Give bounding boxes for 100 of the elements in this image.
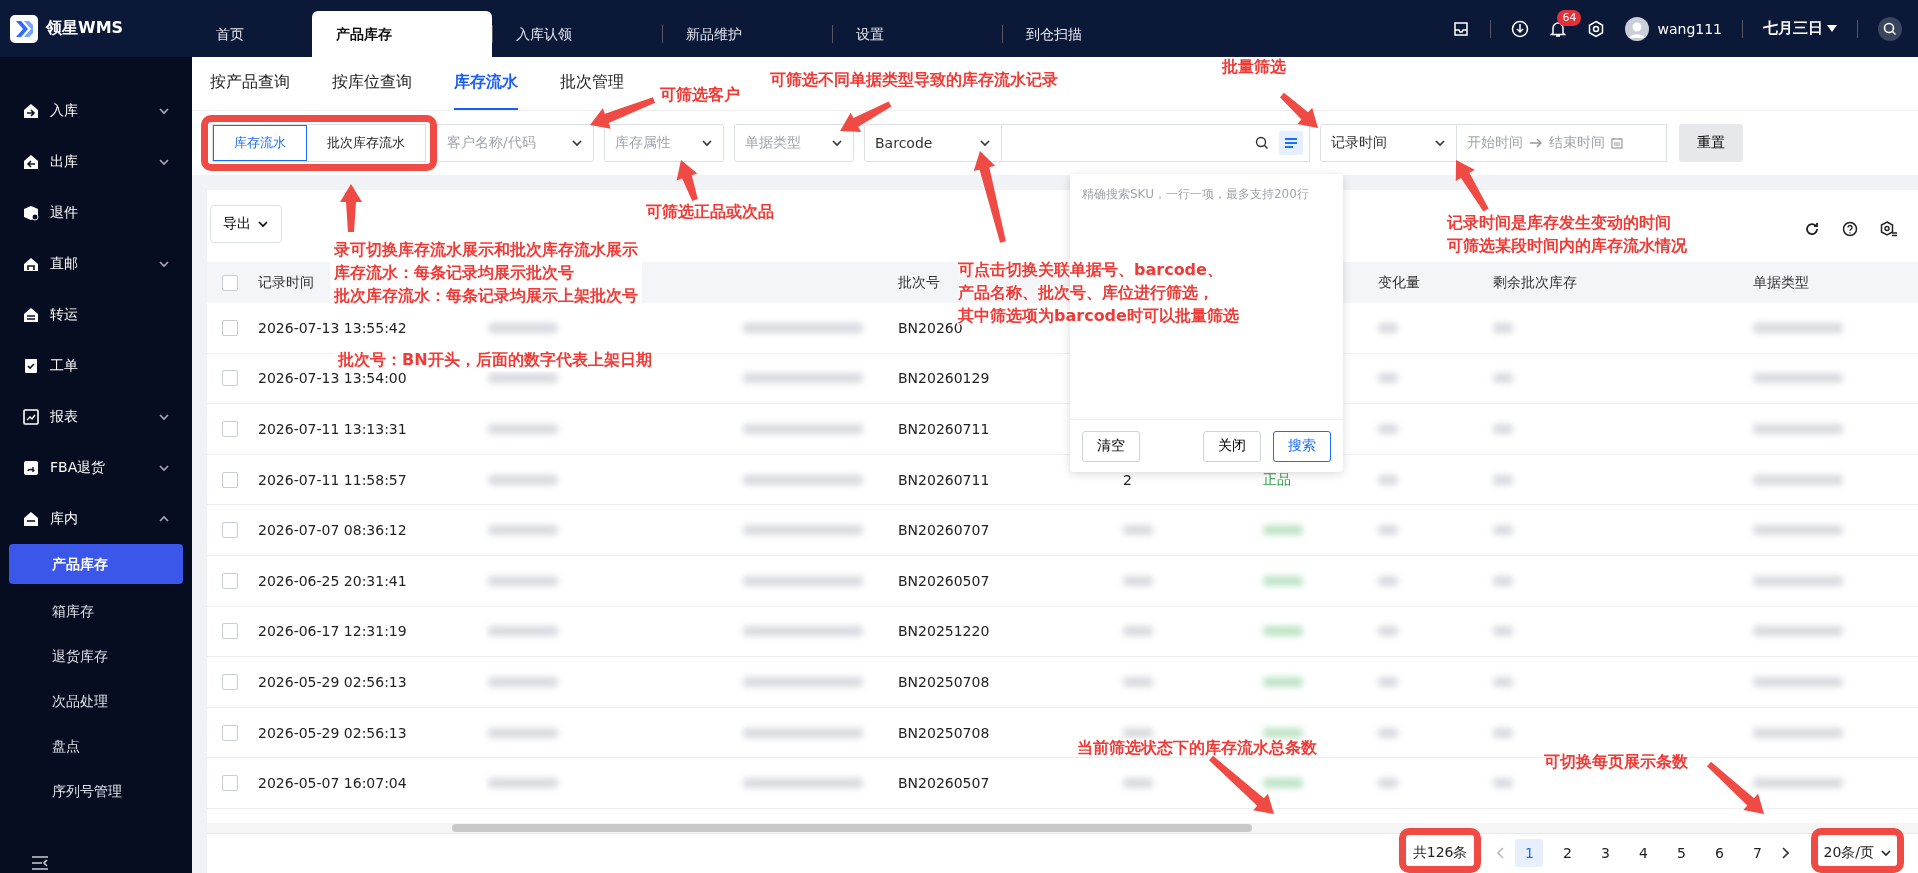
sidebar-item[interactable]: 出库 xyxy=(0,136,192,187)
table-cell: 2026-07-11 11:58:57 xyxy=(258,471,407,488)
select-field[interactable]: Barcode xyxy=(864,124,1002,162)
annotation-text: 可筛选某段时间内的库存流水情况 xyxy=(1447,235,1687,257)
checkbox[interactable] xyxy=(221,421,238,437)
export-button[interactable]: 导出 xyxy=(210,205,282,243)
scrollbar-thumb[interactable] xyxy=(452,823,1252,832)
blurred-content xyxy=(1123,575,1153,586)
page-button[interactable]: 1 xyxy=(1515,839,1544,868)
page-button[interactable]: 3 xyxy=(1591,839,1620,868)
page-button[interactable]: 7 xyxy=(1743,839,1772,868)
arrow xyxy=(1209,755,1274,814)
search-input[interactable] xyxy=(1002,124,1310,162)
batch-filter-button[interactable] xyxy=(1279,131,1303,155)
blurred-content xyxy=(1123,525,1153,536)
page-size-select[interactable]: 20条/页 xyxy=(1823,844,1892,863)
username[interactable]: wang111 xyxy=(1657,20,1722,37)
view-toggle-button[interactable]: 批次库存流水 xyxy=(307,125,425,161)
caret-down-icon xyxy=(831,137,843,149)
sidebar-item[interactable]: FBA退货 xyxy=(0,442,192,493)
checklist-icon xyxy=(22,356,40,375)
popup-button[interactable]: 搜索 xyxy=(1273,430,1331,462)
sidebar-subitem[interactable]: 序列号管理 xyxy=(0,769,192,814)
blurred-content xyxy=(488,575,558,586)
blurred-content xyxy=(1378,322,1398,333)
arrow xyxy=(1707,761,1764,814)
checkbox[interactable] xyxy=(221,673,238,690)
annotation-text: 当前筛选状态下的库存流水总条数 xyxy=(1077,737,1317,759)
blurred-content xyxy=(1123,727,1153,738)
sidebar-subitem[interactable]: 产品库存 xyxy=(9,544,183,584)
reset-button[interactable]: 重置 xyxy=(1679,124,1743,162)
outbound-icon xyxy=(22,152,40,171)
view-toggle-button[interactable]: 库存流水 xyxy=(213,125,307,161)
blurred-content xyxy=(1263,626,1303,637)
sub-tab[interactable]: 按产品查询 xyxy=(210,57,290,110)
sidebar-item[interactable]: 库内 xyxy=(0,493,192,544)
blurred-content xyxy=(488,424,558,434)
notification-badge: 64 xyxy=(1557,9,1582,26)
sidebar-item[interactable]: 入库 xyxy=(0,85,192,136)
sidebar-item[interactable]: 报表 xyxy=(0,391,192,442)
sub-tab[interactable]: 按库位查询 xyxy=(332,57,412,110)
sidebar-item[interactable]: 退件 xyxy=(0,187,192,238)
column-header[interactable]: 剩余批次库存 xyxy=(1493,273,1577,290)
calendar-icon xyxy=(1611,137,1623,149)
page-button[interactable]: 5 xyxy=(1667,839,1696,868)
blurred-content xyxy=(488,373,558,384)
arrow xyxy=(590,97,656,129)
nav-tab[interactable]: 首页 xyxy=(192,11,312,57)
settings-icon xyxy=(1587,19,1606,38)
select-field[interactable]: 记录时间 xyxy=(1320,124,1457,162)
checkbox[interactable] xyxy=(221,319,238,336)
page-button[interactable]: 4 xyxy=(1629,839,1658,868)
page-button[interactable]: 2 xyxy=(1553,839,1582,868)
annotation-text: 批次号：BN开头，后面的数字代表上架日期 xyxy=(338,349,652,371)
column-header[interactable]: 批次号 xyxy=(898,273,940,290)
batch-input-field[interactable]: 精确搜索SKU，一行一项，最多支持200行 xyxy=(1070,174,1343,214)
checkbox[interactable] xyxy=(221,471,238,488)
table-cell: 2026-05-29 02:56:13 xyxy=(258,724,407,741)
checkbox[interactable] xyxy=(221,370,238,387)
sidebar-subitem[interactable]: 箱库存 xyxy=(0,589,192,634)
blurred-content xyxy=(1378,373,1398,384)
annotation-text: 可筛选正品或次品 xyxy=(646,201,774,223)
sidebar-item[interactable]: 工单 xyxy=(0,340,192,391)
sub-tab[interactable]: 批次管理 xyxy=(560,57,624,110)
checkbox[interactable] xyxy=(221,274,238,291)
checkbox[interactable] xyxy=(221,623,238,640)
column-header[interactable]: 单据类型 xyxy=(1753,273,1809,290)
table-cell: 2026-06-17 12:31:19 xyxy=(258,623,407,640)
blurred-content xyxy=(1378,424,1398,434)
checkbox[interactable] xyxy=(221,572,238,589)
arrow xyxy=(340,184,362,232)
popup-button[interactable]: 清空 xyxy=(1082,430,1140,462)
page-button[interactable]: 6 xyxy=(1705,839,1734,868)
blurred-content xyxy=(1378,575,1398,586)
sidebar-subitem[interactable]: 次品处理 xyxy=(0,679,192,724)
sidebar-subitem[interactable]: 盘点 xyxy=(0,724,192,769)
checkbox[interactable] xyxy=(221,724,238,741)
sidebar-subitem[interactable]: 退货库存 xyxy=(0,634,192,679)
popup-button[interactable]: 关闭 xyxy=(1203,430,1261,462)
checkbox[interactable] xyxy=(221,522,238,539)
logo-text: 领星WMS xyxy=(46,18,124,39)
sidebar-item[interactable]: 转运 xyxy=(0,289,192,340)
refresh-icon xyxy=(1804,221,1820,237)
column-header[interactable]: 变化量 xyxy=(1378,273,1420,290)
table-cell: 2026-07-11 13:13:31 xyxy=(258,421,407,437)
blurred-content xyxy=(1493,322,1513,333)
logo-icon xyxy=(10,14,38,43)
search-icon xyxy=(1255,136,1269,150)
column-header[interactable]: 记录时间 xyxy=(258,273,314,290)
blurred-content xyxy=(488,322,558,333)
caret-down-icon xyxy=(701,137,713,149)
inbox-icon xyxy=(1452,19,1471,38)
checkbox[interactable] xyxy=(221,775,238,792)
annotation-text: 其中筛选项为barcode时可以批量筛选 xyxy=(958,305,1239,325)
help-icon xyxy=(1842,221,1858,237)
blurred-content xyxy=(1378,727,1398,738)
nav-tab[interactable]: 产品库存 xyxy=(312,11,492,57)
sidebar-item[interactable]: 直邮 xyxy=(0,238,192,289)
workspace-selector[interactable]: 七月三日 xyxy=(1763,19,1837,38)
annotation-text: 可切换每页展示条数 xyxy=(1544,751,1688,773)
